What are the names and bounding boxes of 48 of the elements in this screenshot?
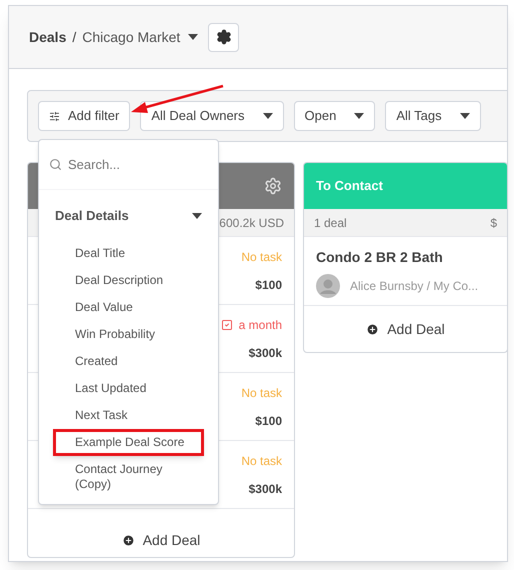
deal-value: $300k <box>248 344 282 362</box>
settings-icon <box>216 29 232 45</box>
deal-value: $100 <box>255 412 282 430</box>
caret-icon <box>460 113 470 119</box>
task-status: No task <box>241 452 282 470</box>
filter-field-option[interactable]: Deal Title <box>53 240 204 267</box>
avatar-icon <box>316 274 340 298</box>
filter-field-option[interactable]: Created <box>53 348 204 375</box>
deal-contact: Alice Burnsby / My Co... <box>350 278 478 295</box>
pipeline-selector[interactable]: Chicago Market <box>82 26 198 48</box>
filter-dropdown[interactable]: Open <box>294 101 376 131</box>
add-deal-button[interactable]: Add Deal <box>122 530 200 551</box>
add-deal-button[interactable]: Add Deal <box>366 318 445 340</box>
breadcrumb-link[interactable]: Deals <box>29 26 66 48</box>
caret-icon <box>354 113 364 119</box>
settings-icon[interactable] <box>264 177 282 195</box>
task-status: No task <box>241 384 282 402</box>
deal-card[interactable]: Condo 2 BR 2 Bath Alice Burnsby / My Co... <box>304 237 507 306</box>
search-icon <box>49 158 62 171</box>
filter-dropdown[interactable]: All Deal Owners <box>140 101 284 131</box>
filter-field-option[interactable]: Next Task <box>53 402 204 429</box>
section-header[interactable]: Deal Details <box>39 192 218 240</box>
filter-field-option[interactable]: Deal Description <box>53 267 204 294</box>
plus-icon <box>122 534 135 547</box>
deal-title: Condo 2 BR 2 Bath <box>316 248 444 267</box>
column-total: 600.2k USD <box>219 214 284 232</box>
column-total: $ <box>490 214 497 232</box>
search-field[interactable]: Search... <box>68 154 198 174</box>
filter-dropdown[interactable]: All Tags <box>385 101 481 131</box>
deal-count: 1 deal <box>314 214 347 232</box>
filter-field-option[interactable]: Contact Journey (Copy) <box>53 456 204 498</box>
caret-icon <box>188 34 198 40</box>
filter-field-option[interactable]: Win Probability <box>53 321 204 348</box>
checkbox-icon <box>220 318 233 330</box>
deal-value: $100 <box>255 276 282 294</box>
deal-value: $300k <box>248 480 282 498</box>
add-filter-button[interactable]: Add filter <box>38 101 130 131</box>
settings-button[interactable] <box>208 22 240 52</box>
filter-field-option[interactable]: Example Deal Score <box>53 429 204 456</box>
filter-field-option[interactable]: Last Updated <box>53 375 204 402</box>
task-status: No task <box>241 248 282 266</box>
filter-field-option[interactable]: Deal Value <box>53 294 204 321</box>
sliders-icon <box>49 110 60 122</box>
column-title: To Contact <box>316 177 383 196</box>
plus-icon <box>366 322 380 336</box>
task-status: a month <box>238 316 282 334</box>
caret-icon <box>262 113 273 119</box>
breadcrumb-separator: / <box>72 28 76 46</box>
